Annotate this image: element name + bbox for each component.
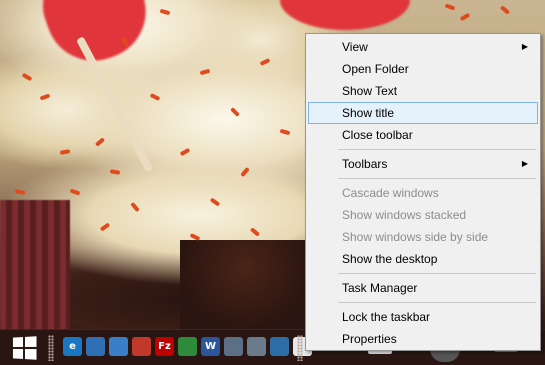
menu-item-show-windows-stacked[interactable]: Show windows stacked xyxy=(308,204,538,226)
gear-app-icon[interactable] xyxy=(247,337,266,356)
sprinkle xyxy=(259,58,271,66)
sprinkle xyxy=(459,12,471,22)
menu-item-label: Cascade windows xyxy=(342,186,439,200)
remote-desktop-icon[interactable] xyxy=(224,337,243,356)
sprinkle xyxy=(199,68,211,76)
menu-separator xyxy=(338,302,536,303)
quick-launch-toolbar: e Fz W xyxy=(63,337,312,356)
sprinkle xyxy=(249,227,261,237)
windows-logo-icon xyxy=(12,336,37,360)
menu-item-open-folder[interactable]: Open Folder xyxy=(308,58,538,80)
menu-item-cascade-windows[interactable]: Cascade windows xyxy=(308,182,538,204)
sprinkle xyxy=(21,72,33,82)
menu-item-show-text[interactable]: Show Text xyxy=(308,80,538,102)
sprinkle xyxy=(109,169,121,175)
sprinkle xyxy=(69,188,81,196)
sprinkle xyxy=(130,201,140,213)
menu-item-show-windows-side-by-side[interactable]: Show windows side by side xyxy=(308,226,538,248)
menu-separator xyxy=(338,178,536,179)
sprinkle xyxy=(99,222,111,232)
taskbar-grip[interactable] xyxy=(48,335,54,361)
sprinkle xyxy=(240,166,250,178)
sprinkle xyxy=(499,5,511,15)
submenu-arrow-icon: ▶ xyxy=(521,42,528,51)
menu-item-label: Lock the taskbar xyxy=(342,310,431,324)
sprinkle xyxy=(444,3,456,11)
menu-item-toolbars[interactable]: Toolbars ▶ xyxy=(308,153,538,175)
menu-item-label: Task Manager xyxy=(342,281,418,295)
heart-decoration xyxy=(280,0,410,30)
menu-item-show-the-desktop[interactable]: Show the desktop xyxy=(308,248,538,270)
filezilla-icon[interactable]: Fz xyxy=(155,337,174,356)
sprinkle xyxy=(159,8,171,16)
menu-item-properties[interactable]: Properties xyxy=(308,328,538,350)
menu-item-lock-the-taskbar[interactable]: Lock the taskbar xyxy=(308,306,538,328)
menu-item-label: Properties xyxy=(342,332,397,346)
shield-app-icon[interactable] xyxy=(270,337,289,356)
menu-item-label: Show the desktop xyxy=(342,252,438,266)
sprinkle xyxy=(39,93,51,101)
paint-icon[interactable] xyxy=(132,337,151,356)
sprinkle xyxy=(14,189,26,195)
menu-item-label: Show Text xyxy=(342,84,398,98)
submenu-arrow-icon: ▶ xyxy=(521,159,528,168)
menu-item-label: Show windows stacked xyxy=(342,208,467,222)
menu-item-task-manager[interactable]: Task Manager xyxy=(308,277,538,299)
menu-item-label: Open Folder xyxy=(342,62,409,76)
menu-item-show-title[interactable]: Show title xyxy=(308,102,538,124)
menu-item-label: Show windows side by side xyxy=(342,230,489,244)
network-window-icon[interactable] xyxy=(109,337,128,356)
internet-explorer-icon[interactable]: e xyxy=(63,337,82,356)
start-button[interactable] xyxy=(6,334,42,362)
menu-separator xyxy=(338,149,536,150)
taskbar-context-menu: View ▶ Open Folder Show Text Show title Close… xyxy=(305,33,541,351)
globe-app-icon[interactable] xyxy=(178,337,197,356)
sprinkle xyxy=(94,137,106,147)
sprinkle xyxy=(179,147,191,157)
word-icon[interactable]: W xyxy=(201,337,220,356)
cupcake-base xyxy=(180,240,310,330)
sprinkle xyxy=(279,128,291,136)
menu-item-close-toolbar[interactable]: Close toolbar xyxy=(308,124,538,146)
menu-item-view[interactable]: View ▶ xyxy=(308,36,538,58)
sprinkle xyxy=(209,197,221,207)
desktop-icon[interactable] xyxy=(86,337,105,356)
cupcake-topper-stick xyxy=(76,36,154,173)
menu-item-label: Toolbars xyxy=(342,157,388,171)
cupcake-liner xyxy=(0,200,70,330)
sprinkle xyxy=(230,107,240,117)
menu-item-label: View xyxy=(342,40,368,54)
menu-item-label: Show title xyxy=(342,106,395,120)
sprinkle xyxy=(149,93,161,101)
menu-item-label: Close toolbar xyxy=(342,128,413,142)
sprinkle xyxy=(59,149,71,155)
taskbar-grip[interactable] xyxy=(297,335,303,361)
menu-separator xyxy=(338,273,536,274)
